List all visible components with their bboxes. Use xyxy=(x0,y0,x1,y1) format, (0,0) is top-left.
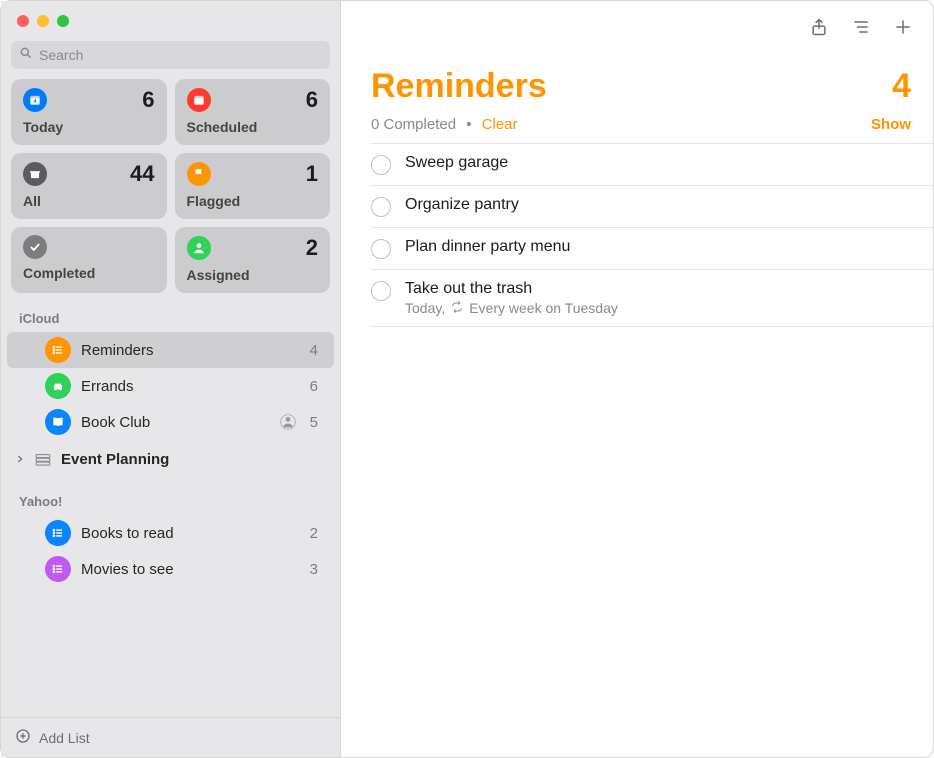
smart-list-grid: 4 6 Today 6 Scheduled 44 All 1 Flagged C… xyxy=(1,79,340,293)
smart-label: Scheduled xyxy=(187,119,319,135)
completed-icon xyxy=(23,235,47,259)
complete-toggle[interactable] xyxy=(371,281,391,301)
folder-name: Event Planning xyxy=(61,451,169,468)
show-completed-button[interactable]: Show xyxy=(871,116,911,133)
fullscreen-window-button[interactable] xyxy=(57,15,69,27)
toolbar xyxy=(341,1,933,53)
sidebar: 4 6 Today 6 Scheduled 44 All 1 Flagged C… xyxy=(1,1,341,757)
list-count: 3 xyxy=(310,561,318,578)
reminder-subtitle: Today, Every week on Tuesday xyxy=(405,300,618,316)
reminder-item[interactable]: Sweep garage xyxy=(371,143,933,185)
sidebar-list-reminders[interactable]: Reminders 4 xyxy=(7,332,334,368)
smart-count: 44 xyxy=(130,161,154,187)
reminders-list: Sweep garage Organize pantry Plan dinner… xyxy=(341,143,933,327)
smart-list-all[interactable]: 44 All xyxy=(11,153,167,219)
smart-list-scheduled[interactable]: 6 Scheduled xyxy=(175,79,331,145)
smart-list-assigned[interactable]: 2 Assigned xyxy=(175,227,331,293)
flagged-icon xyxy=(187,162,211,186)
account-header: Yahoo! xyxy=(1,476,340,515)
list-icon xyxy=(45,373,71,399)
list-name: Reminders xyxy=(81,342,300,359)
sidebar-list-bookclub[interactable]: Book Club 5 xyxy=(7,404,334,440)
reminder-title: Sweep garage xyxy=(405,154,508,172)
view-options-button[interactable] xyxy=(851,17,871,37)
shared-icon xyxy=(280,414,296,430)
page-title: Reminders xyxy=(371,67,547,106)
list-count: 5 xyxy=(310,414,318,431)
reminder-title: Take out the trash xyxy=(405,280,618,298)
list-name: Movies to see xyxy=(81,561,300,578)
chevron-right-icon xyxy=(13,454,27,464)
reminder-item[interactable]: Organize pantry xyxy=(371,185,933,227)
scheduled-icon xyxy=(187,88,211,112)
clear-completed-button[interactable]: Clear xyxy=(482,116,518,133)
plus-circle-icon xyxy=(15,728,31,747)
list-icon xyxy=(45,409,71,435)
window-controls xyxy=(1,1,340,37)
list-name: Book Club xyxy=(81,414,270,431)
list-name: Errands xyxy=(81,378,300,395)
complete-toggle[interactable] xyxy=(371,155,391,175)
completed-status: 0 Completed • Clear xyxy=(371,116,518,133)
assigned-icon xyxy=(187,236,211,260)
smart-list-today[interactable]: 4 6 Today xyxy=(11,79,167,145)
search-input[interactable] xyxy=(39,47,322,63)
smart-label: Today xyxy=(23,119,155,135)
minimize-window-button[interactable] xyxy=(37,15,49,27)
add-list-label: Add List xyxy=(39,730,90,746)
search-field[interactable] xyxy=(11,41,330,69)
account-header: iCloud xyxy=(1,293,340,332)
main-pane: Reminders 4 0 Completed • Clear Show Swe… xyxy=(341,1,933,757)
reminder-item[interactable]: Take out the trash Today, Every week on … xyxy=(371,269,933,327)
smart-count: 6 xyxy=(306,87,318,113)
sidebar-folder[interactable]: Event Planning xyxy=(7,442,334,476)
reminder-title: Plan dinner party menu xyxy=(405,238,570,256)
list-count-large: 4 xyxy=(892,67,911,106)
repeat-icon xyxy=(451,300,463,316)
list-name: Books to read xyxy=(81,525,300,542)
folder-icon xyxy=(33,450,53,468)
list-count: 2 xyxy=(310,525,318,542)
list-icon xyxy=(45,337,71,363)
smart-count: 1 xyxy=(306,161,318,187)
sidebar-list-books[interactable]: Books to read 2 xyxy=(7,515,334,551)
complete-toggle[interactable] xyxy=(371,197,391,217)
list-icon xyxy=(45,556,71,582)
add-list-button[interactable]: Add List xyxy=(1,717,340,757)
svg-text:4: 4 xyxy=(34,99,37,105)
smart-count: 6 xyxy=(142,87,154,113)
smart-label: All xyxy=(23,193,155,209)
smart-label: Completed xyxy=(23,265,155,281)
all-icon xyxy=(23,162,47,186)
list-count: 4 xyxy=(310,342,318,359)
today-icon: 4 xyxy=(23,88,47,112)
search-icon xyxy=(19,46,33,65)
smart-list-completed[interactable]: Completed xyxy=(11,227,167,293)
sidebar-list-movies[interactable]: Movies to see 3 xyxy=(7,551,334,587)
smart-label: Flagged xyxy=(187,193,319,209)
close-window-button[interactable] xyxy=(17,15,29,27)
list-count: 6 xyxy=(310,378,318,395)
reminder-title: Organize pantry xyxy=(405,196,519,214)
sidebar-list-errands[interactable]: Errands 6 xyxy=(7,368,334,404)
smart-count: 2 xyxy=(306,235,318,261)
new-reminder-button[interactable] xyxy=(893,17,913,37)
list-icon xyxy=(45,520,71,546)
smart-label: Assigned xyxy=(187,267,319,283)
reminder-item[interactable]: Plan dinner party menu xyxy=(371,227,933,269)
smart-list-flagged[interactable]: 1 Flagged xyxy=(175,153,331,219)
complete-toggle[interactable] xyxy=(371,239,391,259)
share-button[interactable] xyxy=(809,17,829,37)
